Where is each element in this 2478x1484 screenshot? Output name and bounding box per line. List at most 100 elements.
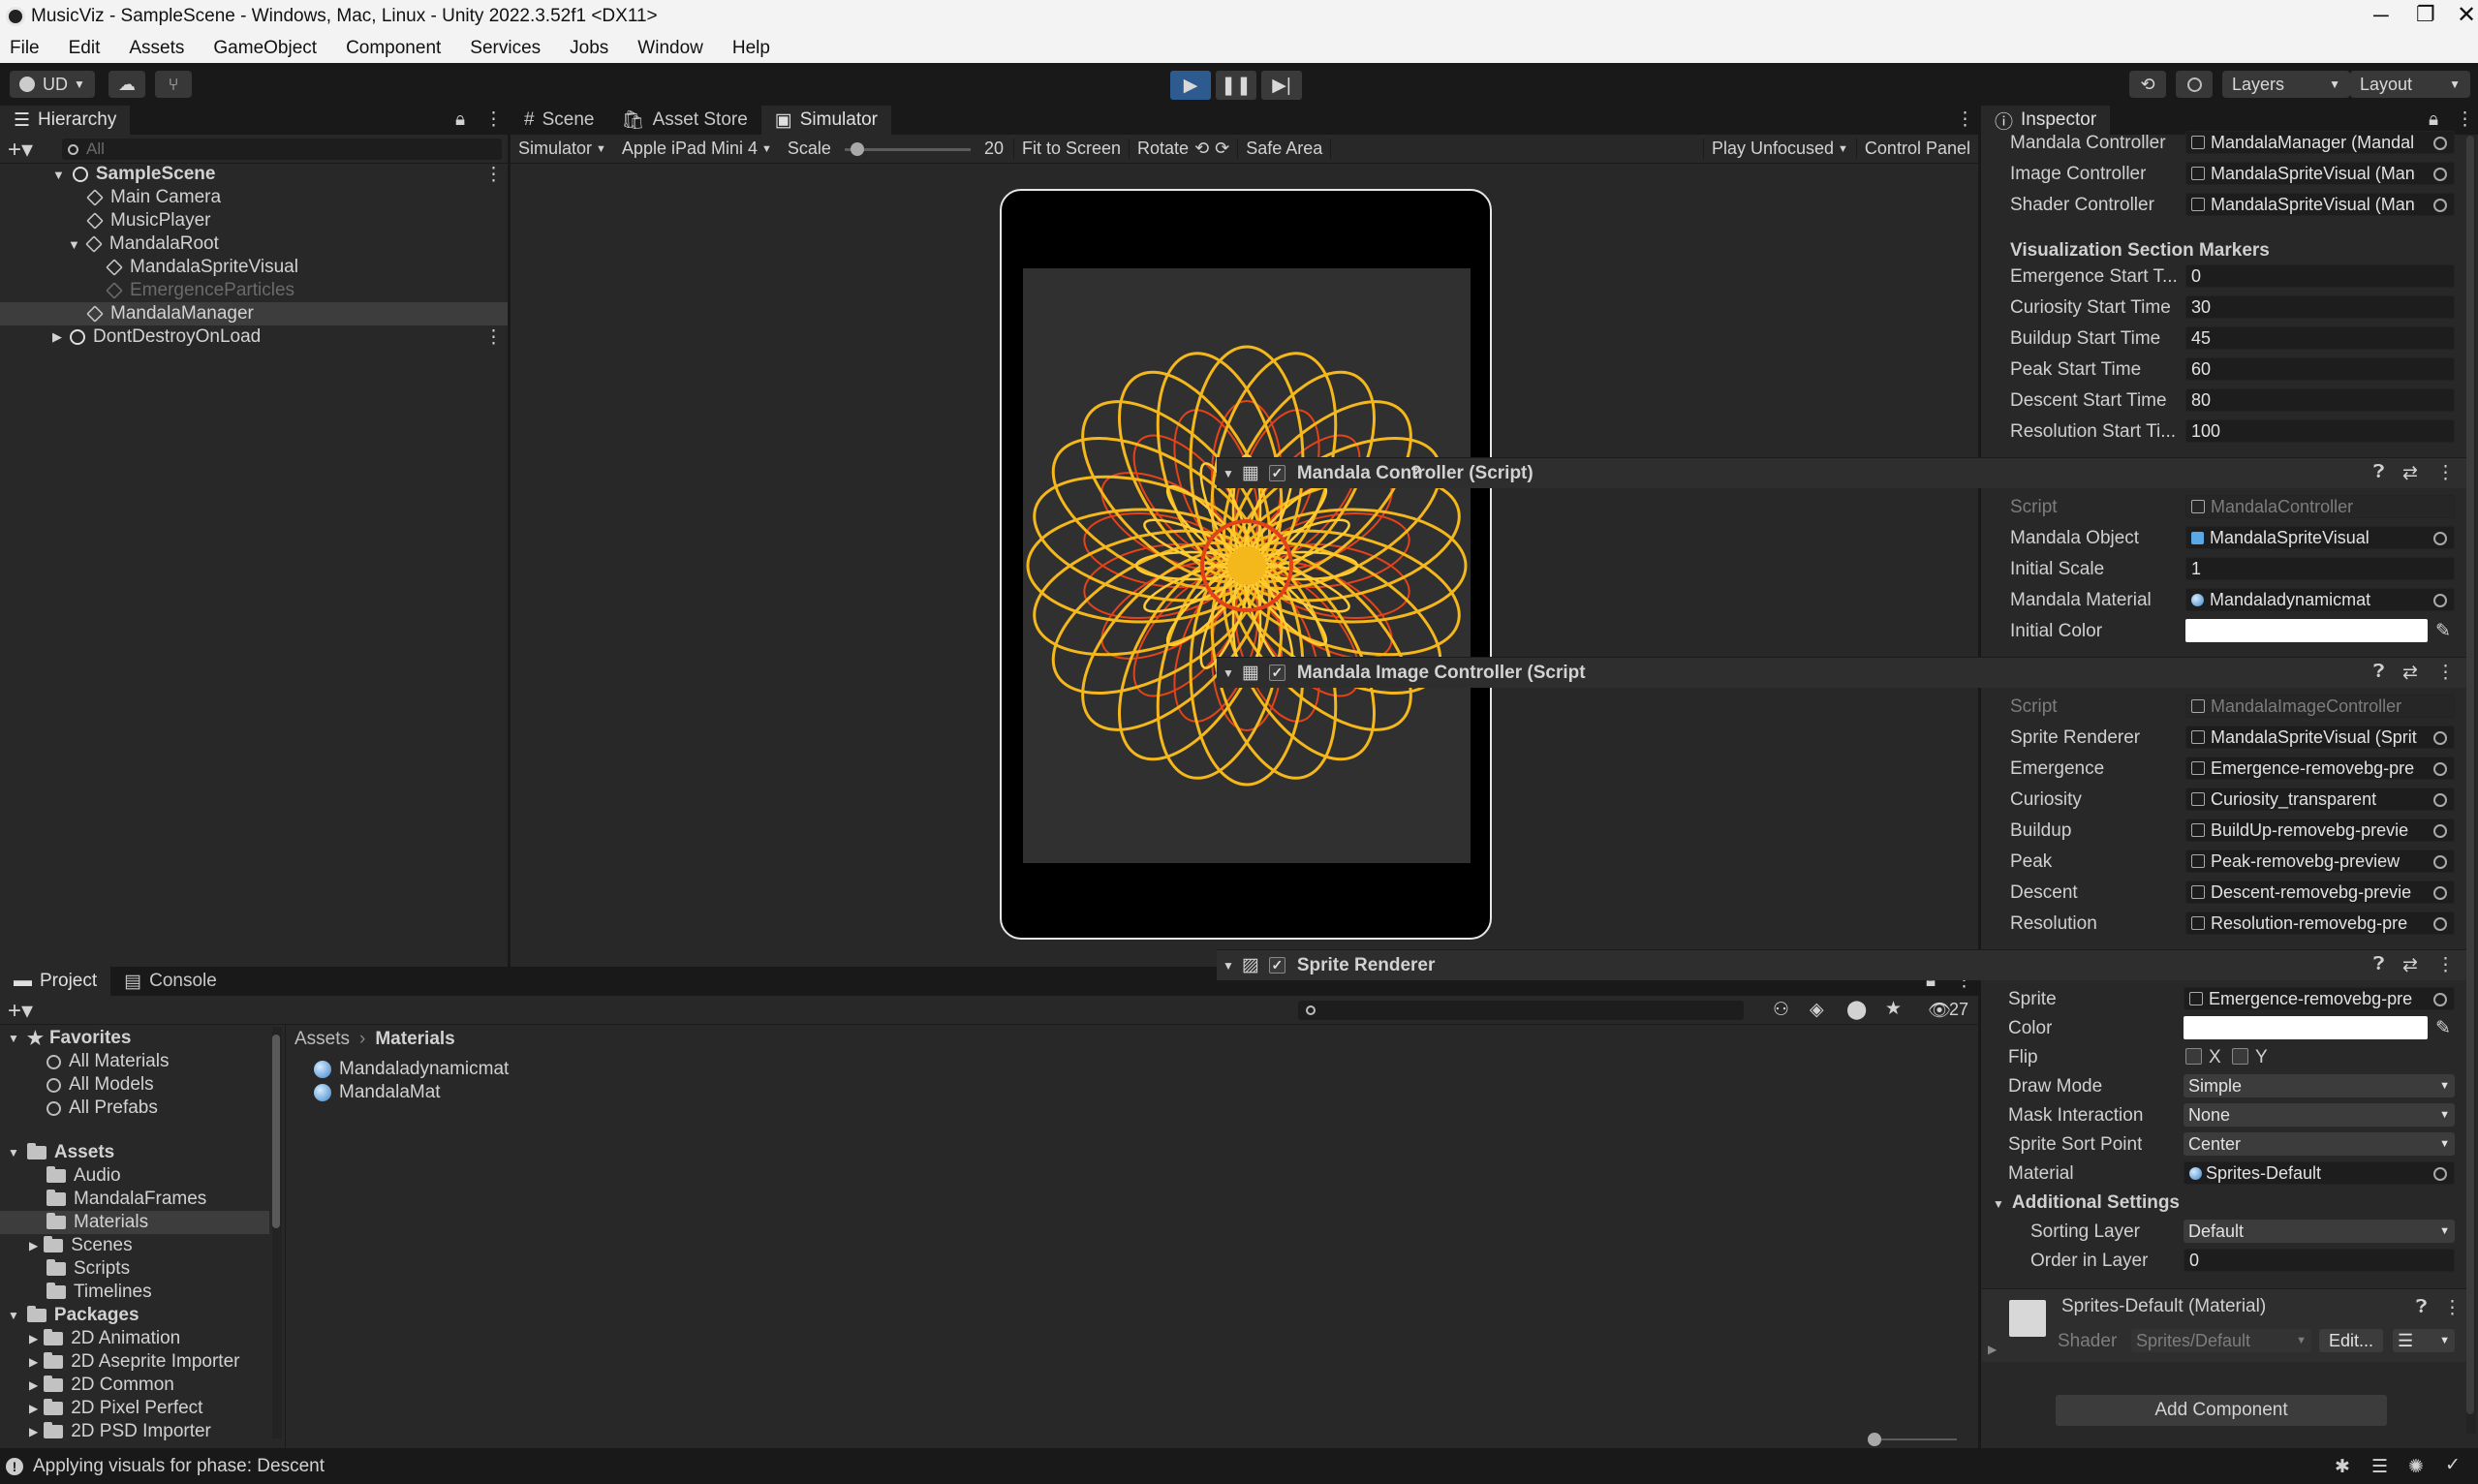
menu-window[interactable]: Window xyxy=(637,38,703,59)
visibility-icon[interactable]: 👁︎ xyxy=(1928,999,1951,1022)
rotate-right-icon[interactable]: ⟳ xyxy=(1215,139,1229,159)
menu-file[interactable]: File xyxy=(10,38,40,59)
icon-size-slider[interactable] xyxy=(1868,1432,1957,1447)
tree-item-emergenceparticles[interactable]: EmergenceParticles xyxy=(106,279,294,302)
favorite-all-materials[interactable]: All Materials xyxy=(46,1050,169,1073)
menu-jobs[interactable]: Jobs xyxy=(570,38,608,59)
close-button[interactable]: ✕ xyxy=(2457,1,2476,29)
device-dropdown[interactable]: Apple iPad Mini 4 ▼ xyxy=(614,139,780,159)
more-icon[interactable]: ⋮ xyxy=(484,108,503,131)
tree-scrollbar[interactable] xyxy=(272,1027,282,1438)
menu-services[interactable]: Services xyxy=(470,38,541,59)
tab-hierarchy[interactable]: ☰ Hierarchy xyxy=(0,106,131,135)
material-icon xyxy=(314,1061,331,1078)
more-icon[interactable]: ⋮ xyxy=(484,164,503,186)
control-panel-button[interactable]: Control Panel xyxy=(1855,139,1978,159)
safe-area-toggle[interactable]: Safe Area xyxy=(1237,139,1332,159)
favorite-all-prefabs[interactable]: All Prefabs xyxy=(46,1097,158,1120)
menu-edit[interactable]: Edit xyxy=(69,38,101,59)
simulator-mode-dropdown[interactable]: Simulator ▼ xyxy=(511,139,614,159)
history-button[interactable]: ⟲ xyxy=(2129,71,2166,98)
cache-server-icon[interactable]: ☰ xyxy=(2371,1456,2388,1478)
packages-header[interactable]: ▼ Packages xyxy=(8,1304,139,1327)
minimize-button[interactable]: ─ xyxy=(2373,3,2389,28)
menu-bar: File Edit Assets GameObject Component Se… xyxy=(0,34,2478,63)
more-icon[interactable]: ⋮ xyxy=(1955,970,1973,992)
package-2d-pixel-perfect[interactable]: ▶ 2D Pixel Perfect xyxy=(29,1397,202,1420)
debug-icon[interactable]: ✱ xyxy=(2335,1456,2350,1478)
add-icon[interactable]: +▾ xyxy=(8,997,33,1025)
step-button[interactable]: ▶| xyxy=(1261,71,1302,100)
tab-inspector[interactable]: ⓘ Inspector xyxy=(1981,106,2111,135)
tab-asset-store[interactable]: 🛍︎ Asset Store xyxy=(607,106,760,135)
filter-type-icon[interactable]: ⚇ xyxy=(1773,999,1789,1021)
tab-console[interactable]: ▤ Console xyxy=(110,967,231,996)
account-button[interactable]: UD ▼ xyxy=(10,71,95,98)
menu-gameobject[interactable]: GameObject xyxy=(213,38,317,59)
tree-item-mandalaspritevisual[interactable]: MandalaSpriteVisual xyxy=(106,256,298,279)
play-mode-dropdown[interactable]: Play Unfocused ▼ xyxy=(1702,139,1856,159)
tab-scene[interactable]: # Scene xyxy=(511,106,607,135)
lock-icon[interactable]: 🔒︎ xyxy=(1926,971,1936,992)
assets-header[interactable]: ▼ Assets xyxy=(8,1141,114,1164)
cloud-button[interactable]: ☁ xyxy=(108,71,145,98)
tree-item-musicplayer[interactable]: MusicPlayer xyxy=(86,209,210,232)
maximize-button[interactable]: ❐ xyxy=(2416,2,2435,27)
package-2d-psd-importer[interactable]: ▶ 2D PSD Importer xyxy=(29,1420,211,1443)
pause-button[interactable]: ❚❚ xyxy=(1216,71,1256,100)
more-icon[interactable]: ⋮ xyxy=(484,326,503,349)
folder-materials[interactable]: Materials xyxy=(46,1211,148,1234)
hierarchy-search-input[interactable]: All xyxy=(62,139,502,160)
folder-label: Scripts xyxy=(74,1258,131,1279)
gameobject-icon xyxy=(106,259,123,276)
filter-label-icon[interactable]: ◈ xyxy=(1810,999,1824,1021)
more-icon[interactable]: ⋮ xyxy=(2456,108,2474,131)
folder-scenes[interactable]: ▶ Scenes xyxy=(29,1234,133,1257)
favorite-icon[interactable]: ★ xyxy=(1885,998,1902,1020)
search-button[interactable] xyxy=(2176,71,2213,98)
menu-help[interactable]: Help xyxy=(732,38,770,59)
rotate-left-icon[interactable]: ⟲ xyxy=(1194,139,1209,159)
package-2d-common[interactable]: ▶ 2D Common xyxy=(29,1374,174,1397)
project-search-input[interactable] xyxy=(1298,1001,1744,1020)
lock-icon[interactable]: 🔒︎ xyxy=(2429,109,2438,131)
tree-item-mandalamanager[interactable]: MandalaManager xyxy=(86,302,254,325)
warning-icon[interactable]: ⬤ xyxy=(1846,999,1867,1021)
favorites-header[interactable]: ▼ ★ Favorites xyxy=(8,1027,131,1050)
layout-dropdown[interactable]: Layout ▼ xyxy=(2350,71,2470,98)
favorite-all-models[interactable]: All Models xyxy=(46,1073,154,1097)
tree-item-samplescene[interactable]: ▼ SampleScene xyxy=(52,163,215,186)
play-button[interactable]: ▶ xyxy=(1170,71,1211,100)
menu-component[interactable]: Component xyxy=(346,38,441,59)
tab-simulator[interactable]: ▣ Simulator xyxy=(760,106,891,135)
layers-dropdown[interactable]: Layers ▼ xyxy=(2222,71,2350,98)
breadcrumb-assets[interactable]: Assets xyxy=(294,1029,350,1050)
folder-mandalaframes[interactable]: MandalaFrames xyxy=(46,1188,206,1211)
folder-audio[interactable]: Audio xyxy=(46,1164,121,1188)
package-2d-aseprite-importer[interactable]: ▶ 2D Aseprite Importer xyxy=(29,1350,239,1374)
progress-check-icon[interactable]: ✓ xyxy=(2445,1454,2461,1476)
package-2d-animation[interactable]: ▶ 2D Animation xyxy=(29,1327,180,1350)
slider-handle[interactable] xyxy=(1868,1433,1881,1446)
asset-mandalamat[interactable]: MandalaMat xyxy=(314,1081,441,1104)
more-icon[interactable]: ⋮ xyxy=(1956,108,1974,131)
add-icon[interactable]: +▾ xyxy=(8,136,33,164)
collab-button[interactable]: ⑂ xyxy=(155,71,192,98)
game-view-screen[interactable] xyxy=(1023,268,1471,863)
folder-timelines[interactable]: Timelines xyxy=(46,1281,152,1304)
status-message[interactable]: Applying visuals for phase: Descent xyxy=(33,1456,325,1477)
tree-item-main-camera[interactable]: Main Camera xyxy=(86,186,221,209)
fit-to-screen-button[interactable]: Fit to Screen xyxy=(1012,139,1129,159)
folder-scripts[interactable]: Scripts xyxy=(46,1257,130,1281)
tree-item-mandalaroot[interactable]: ▼ MandalaRoot xyxy=(68,232,219,256)
menu-assets[interactable]: Assets xyxy=(129,38,184,59)
breadcrumb-materials[interactable]: Materials xyxy=(375,1029,454,1050)
auto-generate-lighting-icon[interactable]: ✺ xyxy=(2408,1456,2424,1478)
tab-project[interactable]: ▬ Project xyxy=(0,967,111,996)
slider-handle[interactable] xyxy=(850,141,864,156)
collapse-arrow-icon: ▼ xyxy=(8,1146,19,1159)
scale-slider[interactable] xyxy=(844,139,971,159)
lock-icon[interactable]: 🔒︎ xyxy=(455,109,465,131)
asset-mandaladynamicmat[interactable]: Mandaladynamicmat xyxy=(314,1058,509,1081)
tree-item-dontdestroyonload[interactable]: ▶ DontDestroyOnLoad xyxy=(52,325,261,349)
